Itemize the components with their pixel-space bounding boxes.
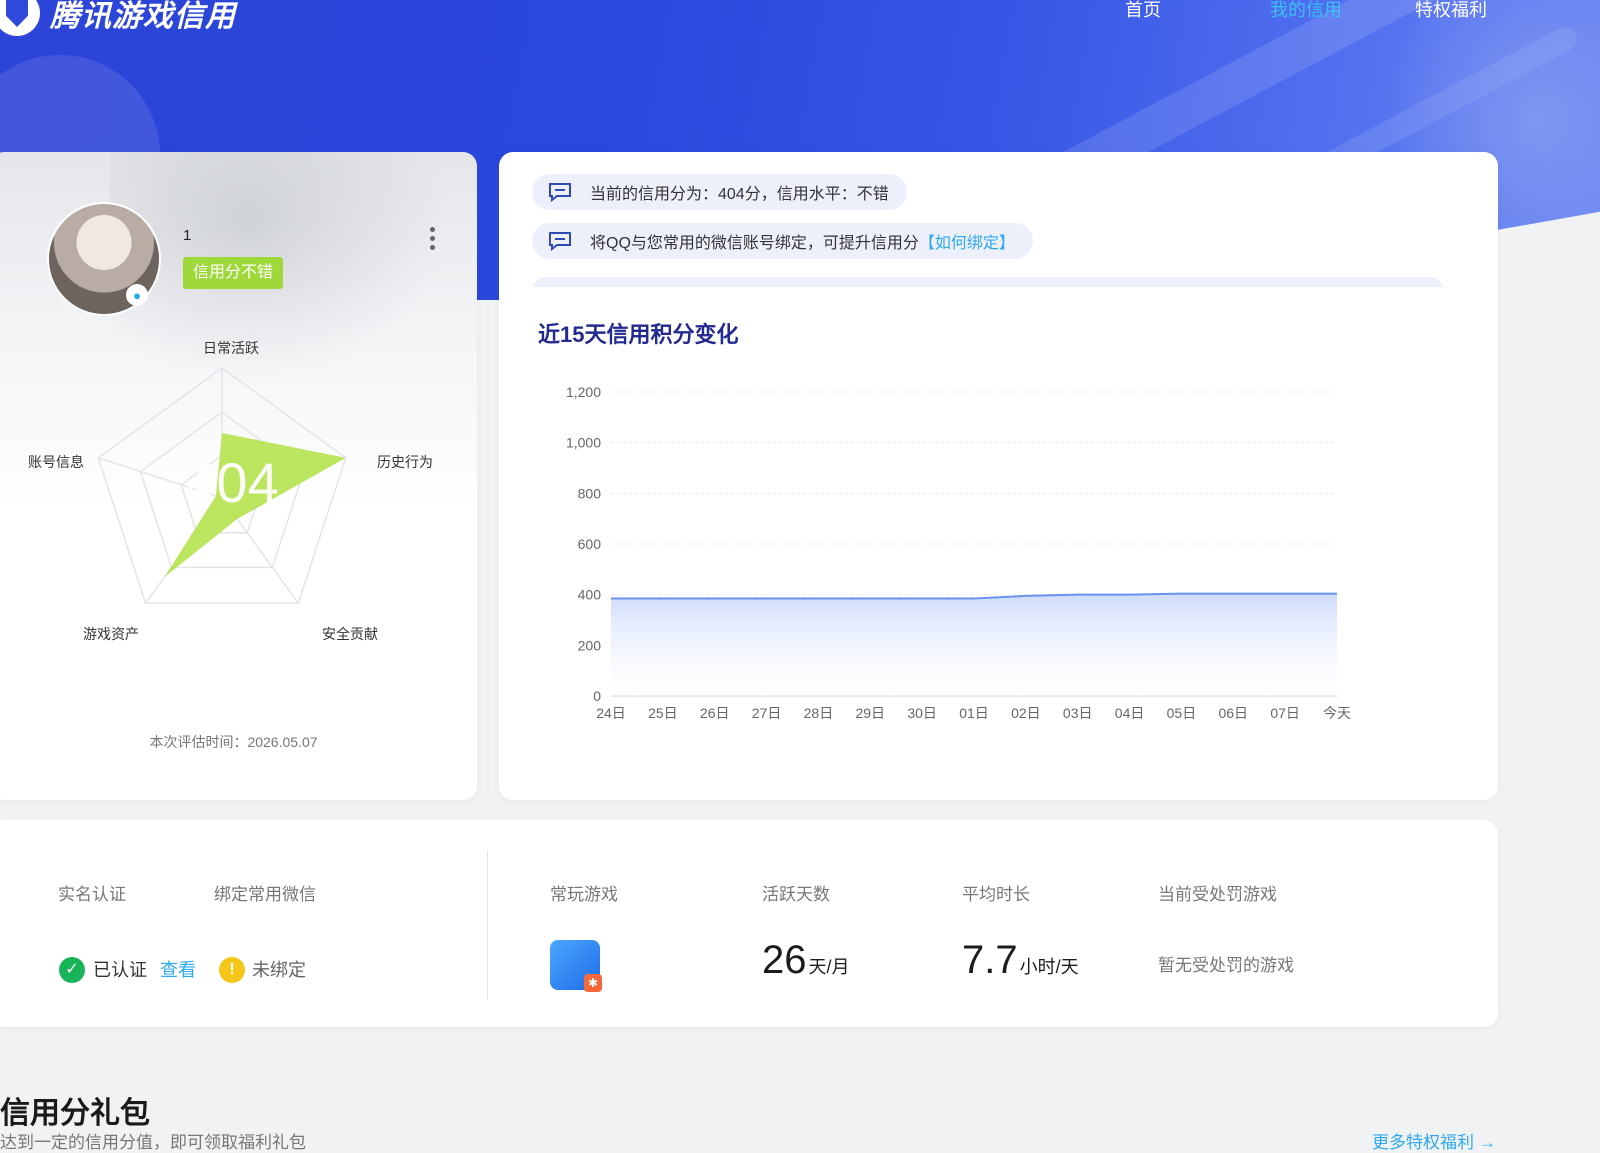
profile-card: ● 1 信用分不错 日常活跃 历史行为 安全贡献 游戏资产 账号信息 404 本… <box>0 152 477 800</box>
x-tick-label: 06日 <box>1218 705 1248 721</box>
x-tick-label: 25日 <box>648 705 678 721</box>
x-tick-label: 26日 <box>700 705 730 721</box>
avg-duration-label: 平均时长 <box>962 885 1030 904</box>
check-circle-icon: ✓ <box>59 957 85 983</box>
notice-text: 当前的信用分为：404分，信用水平：不错 <box>590 186 889 203</box>
how-to-bind-link[interactable]: 【如何绑定】 <box>919 229 1015 253</box>
notice-current-score: 当前的信用分为：404分，信用水平：不错 <box>532 174 907 210</box>
realname-status: 已认证 <box>93 960 147 980</box>
qq-icon: ● <box>126 284 148 306</box>
more-privileges-link[interactable]: 更多特权福利 → <box>1372 1128 1496 1153</box>
y-tick-label: 1,200 <box>566 384 601 400</box>
radar-chart: 404 <box>97 367 347 604</box>
y-tick-label: 200 <box>578 637 602 653</box>
y-axis-ticks: 0 200 400 600 800 1,000 1,200 <box>566 384 601 704</box>
x-tick-label: 05日 <box>1167 705 1197 721</box>
credit-trend-card: 当前的信用分为：404分，信用水平：不错 将QQ与您常用的微信账号绑定，可提升信… <box>499 152 1498 800</box>
account-stats-card: 实名认证 绑定常用微信 ✓ 已认证 查看 ! 未绑定 常玩游戏 ✱ 活跃天数 2… <box>0 820 1498 1027</box>
nav-privileges[interactable]: 特权福利 <box>1415 0 1560 22</box>
x-tick-label: 今天 <box>1323 705 1351 721</box>
notice-scroll-overflow <box>499 277 1498 287</box>
avg-duration-value: 7.7 小时/天 <box>962 938 1079 982</box>
x-tick-label: 29日 <box>855 705 885 721</box>
view-realname-link[interactable]: 查看 <box>160 957 196 983</box>
main-nav: 首页 我的信用 特权福利 <box>1125 0 1560 22</box>
x-tick-label: 04日 <box>1115 705 1145 721</box>
credit-score: 404 <box>185 451 278 514</box>
credit-level-badge: 信用分不错 <box>183 257 284 289</box>
active-days-value: 26 天/月 <box>762 938 850 982</box>
y-tick-label: 800 <box>578 485 602 501</box>
more-options-icon[interactable] <box>430 227 438 250</box>
site-logo[interactable]: 腾讯游戏信用 <box>0 0 236 36</box>
gift-section-subtitle: 达到一定的信用分值，即可领取福利礼包 <box>0 1133 306 1152</box>
x-tick-label: 01日 <box>959 705 989 721</box>
x-tick-label: 30日 <box>907 705 937 721</box>
x-tick-label: 28日 <box>804 705 834 721</box>
nav-home[interactable]: 首页 <box>1125 0 1270 22</box>
message-icon <box>549 183 571 202</box>
y-tick-label: 0 <box>593 688 601 704</box>
y-tick-label: 600 <box>578 536 602 552</box>
gift-section-title: 信用分礼包 <box>0 1097 150 1130</box>
x-tick-label: 27日 <box>752 705 782 721</box>
message-icon <box>549 232 571 251</box>
penalty-games-value: 暂无受处罚的游戏 <box>1158 956 1294 975</box>
realname-label: 实名认证 <box>58 885 126 904</box>
y-tick-label: 1,000 <box>566 435 601 451</box>
x-tick-label: 07日 <box>1270 705 1300 721</box>
wechat-status: 未绑定 <box>252 960 306 980</box>
y-tick-label: 400 <box>578 587 602 603</box>
nav-my-credit[interactable]: 我的信用 <box>1270 0 1415 22</box>
logo-text: 腾讯游戏信用 <box>50 0 236 33</box>
x-tick-label: 03日 <box>1063 705 1093 721</box>
notice-bind-wechat: 将QQ与您常用的微信账号绑定，可提升信用分 【如何绑定】 <box>532 223 1033 259</box>
x-tick-label: 24日 <box>596 705 626 721</box>
credit-trend-chart: 02004006008001,0001,200 24日 25日 26日 27日 28日 2… <box>566 384 1351 721</box>
x-tick-label: 02日 <box>1011 705 1041 721</box>
divider <box>487 850 488 1000</box>
warning-icon: ! <box>219 957 245 983</box>
series-area <box>611 593 1337 696</box>
frequent-games-label: 常玩游戏 <box>550 885 618 904</box>
notice-text: 将QQ与您常用的微信账号绑定，可提升信用分 <box>590 235 919 252</box>
chart-title: 近15天信用积分变化 <box>538 322 739 347</box>
game-app-icon[interactable]: ✱ <box>550 940 602 992</box>
username: 1 <box>183 227 192 244</box>
evaluation-time: 本次评估时间：2026.05.07 <box>149 734 318 750</box>
wechat-bind-label: 绑定常用微信 <box>214 885 316 904</box>
penalty-games-label: 当前受处罚游戏 <box>1158 885 1277 904</box>
x-axis-ticks: 24日 25日 26日 27日 28日 29日 30日 01日 02日 03日 04日 05日 06日 0… <box>596 705 1351 721</box>
shield-logo-icon <box>0 0 40 36</box>
active-days-label: 活跃天数 <box>762 885 830 904</box>
